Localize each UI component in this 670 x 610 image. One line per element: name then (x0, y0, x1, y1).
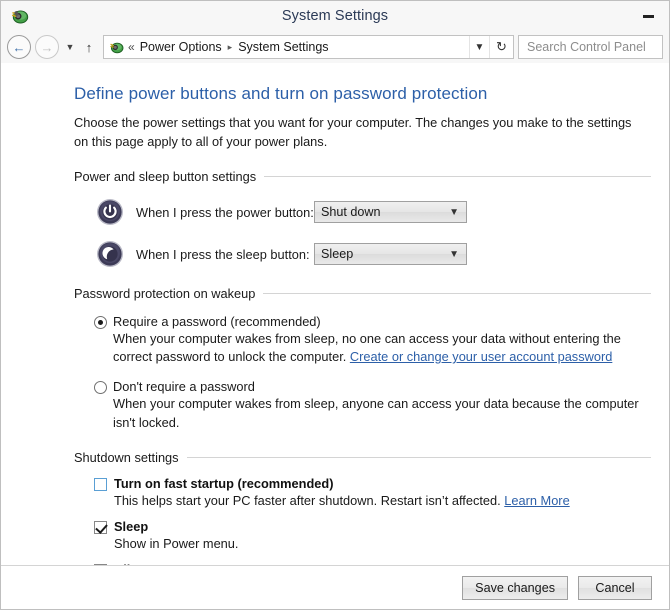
checkbox-label-hibernate: Hibernate (114, 562, 173, 565)
group-divider (264, 176, 651, 178)
checkbox-hibernate[interactable] (94, 563, 107, 565)
checkbox-sleep[interactable] (94, 520, 107, 534)
forward-arrow-icon[interactable]: → (35, 35, 59, 59)
sleep-button-label: When I press the sleep button: (136, 246, 310, 262)
system-settings-window: System Settings ← → ▼ ↑ « Power Options … (0, 0, 670, 610)
page-description: Choose the power settings that you want … (74, 115, 632, 149)
checkbox-description-text: This helps start your PC faster after sh… (114, 492, 505, 508)
power-button-icon (96, 198, 124, 226)
checkbox-label-fast-startup: Turn on fast startup (recommended) (114, 475, 334, 491)
refresh-icon[interactable]: ↻ (489, 36, 513, 58)
minimize-icon (642, 14, 654, 18)
checkbox-description-fast-startup: This helps start your PC faster after sh… (114, 493, 651, 508)
create-change-password-link[interactable]: Create or change your user account passw… (350, 349, 612, 364)
window-controls (627, 1, 669, 31)
radio-button-require-password[interactable] (94, 316, 107, 330)
sleep-button-action-value: Sleep (321, 247, 354, 262)
radio-label-require-password: Require a password (recommended) (113, 314, 321, 330)
address-bar[interactable]: « Power Options ▸ System Settings ▼ ↻ (103, 35, 514, 59)
power-button-action-value: Shut down (321, 205, 381, 220)
group-header: Shutdown settings (74, 450, 651, 465)
group-divider (186, 456, 651, 458)
navigation-bar: ← → ▼ ↑ « Power Options ▸ System Setting… (1, 31, 669, 63)
group-title-power-sleep: Power and sleep button settings (74, 169, 257, 185)
power-button-action-select[interactable]: Shut down ▼ (314, 201, 467, 224)
address-chevron-down-icon[interactable]: ▼ (469, 36, 489, 58)
group-power-and-sleep: Power and sleep button settings When I p… (74, 169, 651, 268)
radio-label-no-password: Don't require a password (113, 379, 255, 395)
group-header: Password protection on wakeup (74, 286, 651, 301)
up-arrow-icon[interactable]: ↑ (79, 35, 99, 59)
radio-description-no-password: When your computer wakes from sleep, any… (113, 396, 639, 430)
checkbox-option-fast-startup[interactable]: Turn on fast startup (recommended) This … (74, 476, 651, 508)
checkbox-line[interactable]: Sleep (94, 519, 651, 534)
search-input[interactable] (525, 39, 656, 55)
learn-more-link[interactable]: Learn More (504, 493, 569, 508)
breadcrumb-separator-icon: ▸ (227, 41, 233, 52)
settings-content: Define power buttons and turn on passwor… (1, 63, 669, 565)
radio-line[interactable]: Don't require a password (94, 379, 651, 395)
sleep-moon-icon (96, 240, 124, 268)
back-arrow-icon[interactable]: ← (7, 35, 31, 59)
checkbox-description-sleep: Show in Power menu. (114, 535, 239, 551)
search-box[interactable] (518, 35, 663, 59)
chevron-down-icon: ▼ (449, 248, 459, 260)
checkbox-line[interactable]: Hibernate (94, 562, 651, 565)
power-options-icon (9, 6, 29, 26)
radio-option-require-password[interactable]: Require a password (recommended) When yo… (74, 314, 651, 366)
radio-option-no-password[interactable]: Don't require a password When your compu… (74, 379, 651, 431)
checkbox-option-sleep[interactable]: Sleep Show in Power menu. (74, 519, 651, 551)
radio-description-require-password: When your computer wakes from sleep, no … (113, 330, 651, 366)
group-title-password-protection: Password protection on wakeup (74, 286, 256, 302)
checkbox-option-hibernate[interactable]: Hibernate (74, 562, 651, 565)
breadcrumb-power-options-icon (108, 39, 124, 55)
group-header: Power and sleep button settings (74, 169, 651, 184)
checkbox-label-sleep: Sleep (114, 518, 149, 534)
dialog-footer: Save changes Cancel (1, 565, 669, 609)
breadcrumb-item-system-settings[interactable]: System Settings (237, 40, 329, 54)
sleep-button-setting-row: When I press the sleep button: Sleep ▼ (74, 240, 651, 268)
power-button-setting-row: When I press the power button: Shut down… (74, 198, 651, 226)
window-title: System Settings (281, 8, 389, 24)
checkbox-line[interactable]: Turn on fast startup (recommended) (94, 476, 651, 491)
minimize-button[interactable] (627, 1, 669, 31)
page-title: Define power buttons and turn on passwor… (74, 84, 488, 103)
chevron-down-icon: ▼ (449, 206, 459, 218)
group-divider (263, 293, 651, 295)
breadcrumb-item-power-options[interactable]: Power Options (139, 40, 223, 54)
radio-button-no-password[interactable] (94, 381, 107, 395)
sleep-button-action-select[interactable]: Sleep ▼ (314, 243, 467, 266)
save-changes-button[interactable]: Save changes (462, 575, 568, 600)
group-password-protection: Password protection on wakeup Require a … (74, 286, 651, 432)
power-button-label: When I press the power button: (136, 204, 314, 220)
recent-locations-chevron-down-icon[interactable]: ▼ (61, 35, 79, 59)
group-shutdown-settings: Shutdown settings Turn on fast startup (… (74, 450, 651, 565)
cancel-button[interactable]: Cancel (578, 575, 652, 600)
title-bar: System Settings (1, 1, 669, 31)
checkbox-fast-startup[interactable] (94, 477, 107, 491)
group-title-shutdown: Shutdown settings (74, 449, 179, 465)
radio-line[interactable]: Require a password (recommended) (94, 314, 651, 330)
breadcrumb-overflow-icon[interactable]: « (128, 40, 135, 54)
